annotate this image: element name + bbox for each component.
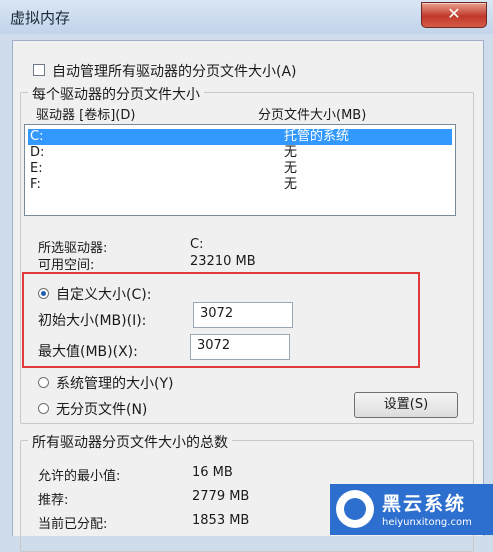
allocated-value: 1853 MB [192, 513, 250, 528]
min-allowed-label: 允许的最小值: [38, 469, 121, 484]
watermark-brand: 黑云系统 [382, 493, 467, 515]
custom-size-radio[interactable] [38, 288, 49, 299]
watermark-url: heiyunxitong.com [382, 517, 472, 528]
totals-group-title: 所有驱动器分页文件大小的总数 [28, 432, 232, 452]
close-button[interactable]: ✕ [421, 2, 487, 28]
auto-manage-label[interactable]: 自动管理所有驱动器的分页文件大小(A) [52, 61, 297, 81]
col-size-header: 分页文件大小(MB) [258, 108, 367, 123]
close-icon: ✕ [447, 4, 461, 23]
set-button[interactable]: 设置(S) [354, 392, 458, 418]
initial-size-label: 初始大小(MB)(I): [38, 313, 147, 329]
free-space-label: 可用空间: [38, 258, 95, 273]
watermark-logo-icon [336, 490, 374, 528]
auto-manage-checkbox[interactable] [33, 64, 45, 76]
allocated-label: 当前已分配: [38, 517, 108, 532]
window-title: 虚拟内存 [10, 9, 71, 27]
initial-size-input[interactable]: 3072 [193, 302, 293, 328]
no-paging-label[interactable]: 无分页文件(N) [56, 399, 147, 419]
recommended-label: 推荐: [38, 493, 69, 508]
drives-listbox[interactable]: C: 托管的系统 D: 无 E: 无 F: 无 [24, 124, 456, 216]
drive-row-e[interactable]: E: 无 [28, 161, 452, 177]
min-allowed-value: 16 MB [192, 465, 233, 480]
recommended-value: 2779 MB [192, 489, 250, 504]
drive-row-f[interactable]: F: 无 [28, 177, 452, 193]
custom-size-label[interactable]: 自定义大小(C): [56, 284, 151, 304]
no-paging-radio[interactable] [38, 403, 49, 414]
max-size-label: 最大值(MB)(X): [38, 344, 138, 360]
system-managed-radio[interactable] [38, 377, 49, 388]
drives-group-title: 每个驱动器的分页文件大小 [28, 84, 204, 104]
free-space-value: 23210 MB [190, 254, 256, 269]
drive-row-c[interactable]: C: 托管的系统 [28, 129, 452, 145]
col-drive-header: 驱动器 [卷标](D) [36, 108, 136, 123]
title-bar: 虚拟内存 ✕ [0, 0, 493, 34]
system-managed-label[interactable]: 系统管理的大小(Y) [56, 373, 173, 393]
drive-row-d[interactable]: D: 无 [28, 145, 452, 161]
selected-drive-value: C: [190, 237, 204, 252]
watermark: 黑云系统 heiyunxitong.com [330, 484, 493, 535]
max-size-input[interactable]: 3072 [190, 334, 290, 360]
